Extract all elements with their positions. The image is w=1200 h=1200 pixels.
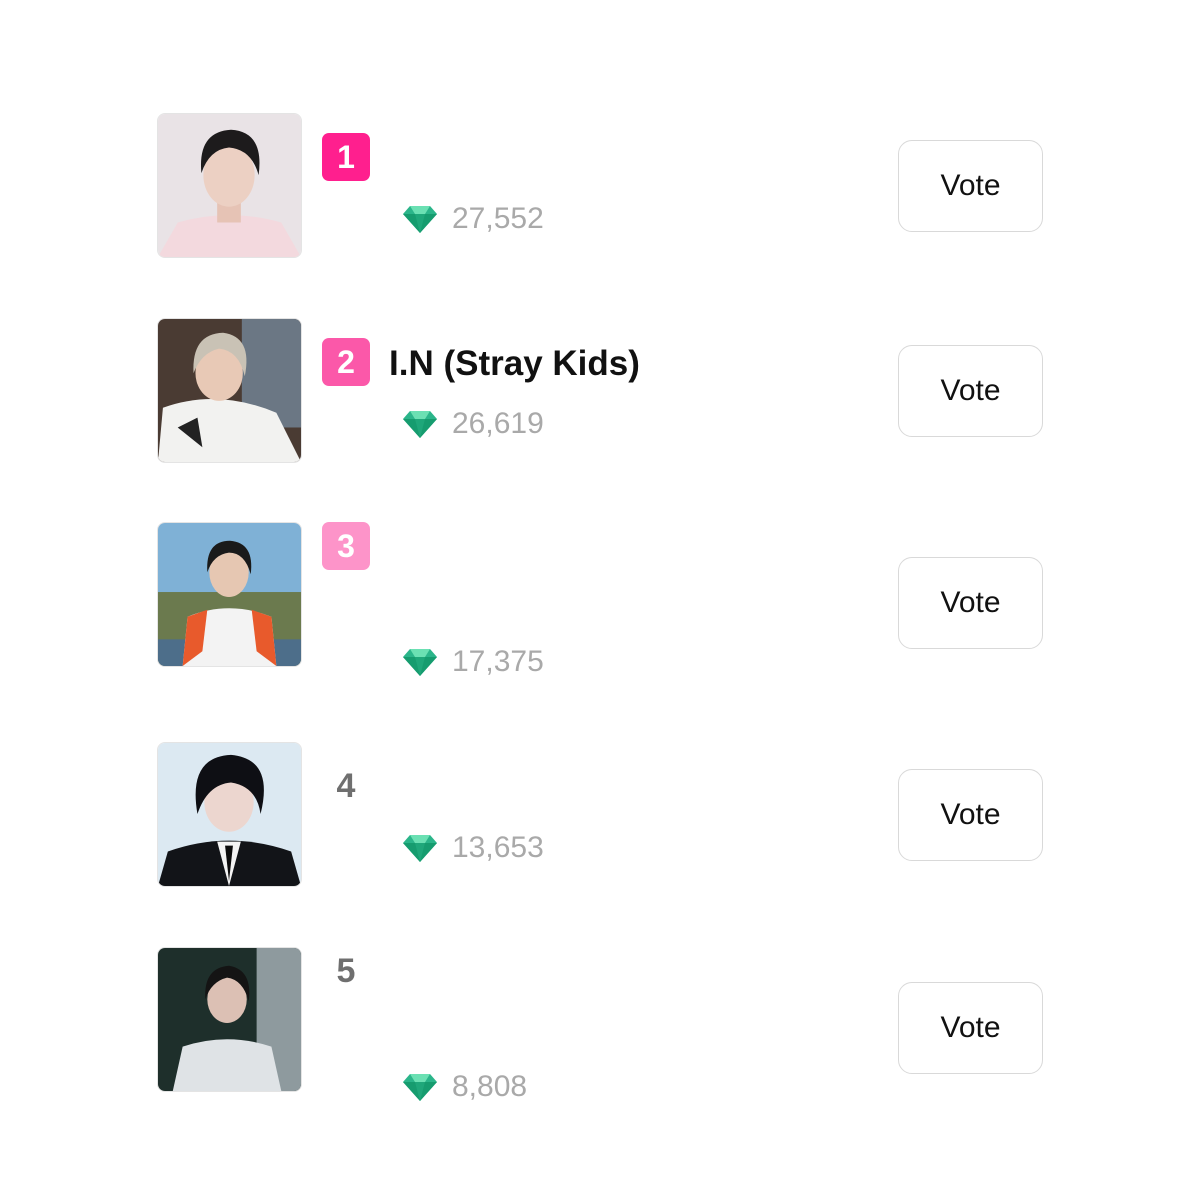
vote-count: 17,375 [402, 642, 544, 682]
vote-button[interactable]: Vote [898, 140, 1043, 232]
artist-photo-image [158, 523, 301, 666]
vote-count-value: 27,552 [452, 202, 544, 235]
gem-icon [402, 833, 438, 863]
rank-number: 4 [336, 767, 356, 805]
gem-icon [402, 204, 438, 234]
vote-count: 27,552 [402, 199, 544, 239]
artist-photo-image [158, 114, 301, 257]
rank-badge: 2 [322, 338, 370, 386]
ranking-row: 4 13,653 Vote [0, 742, 1200, 892]
ranking-row: 2 I.N (Stray Kids) 26,619 Vote [0, 318, 1200, 468]
vote-button[interactable]: Vote [898, 982, 1043, 1074]
rank-badge: 3 [322, 522, 370, 570]
artist-photo-image [158, 948, 301, 1091]
vote-button[interactable]: Vote [898, 345, 1043, 437]
rank-badge: 1 [322, 133, 370, 181]
vote-count: 13,653 [402, 828, 544, 868]
vote-button[interactable]: Vote [898, 769, 1043, 861]
gem-icon [402, 647, 438, 677]
vote-count-value: 13,653 [452, 831, 544, 864]
gem-icon [402, 1072, 438, 1102]
ranking-row: 3 17,375 Vote [0, 522, 1200, 678]
artist-photo-image [158, 319, 301, 462]
artist-photo [157, 113, 302, 258]
ranking-row: 1 27,552 Vote [0, 113, 1200, 263]
artist-photo [157, 522, 302, 667]
gem-icon [402, 409, 438, 439]
vote-button[interactable]: Vote [898, 557, 1043, 649]
vote-count: 8,808 [402, 1067, 527, 1107]
artist-photo-image [158, 743, 301, 886]
ranking-row: 5 8,808 Vote [0, 947, 1200, 1103]
vote-count: 26,619 [402, 404, 544, 444]
artist-name: I.N (Stray Kids) [389, 344, 640, 383]
vote-count-value: 17,375 [452, 645, 544, 678]
rank-number: 5 [336, 952, 356, 990]
artist-photo [157, 947, 302, 1092]
vote-count-value: 8,808 [452, 1070, 528, 1103]
vote-count-value: 26,619 [452, 407, 544, 440]
artist-photo [157, 318, 302, 463]
artist-photo [157, 742, 302, 887]
